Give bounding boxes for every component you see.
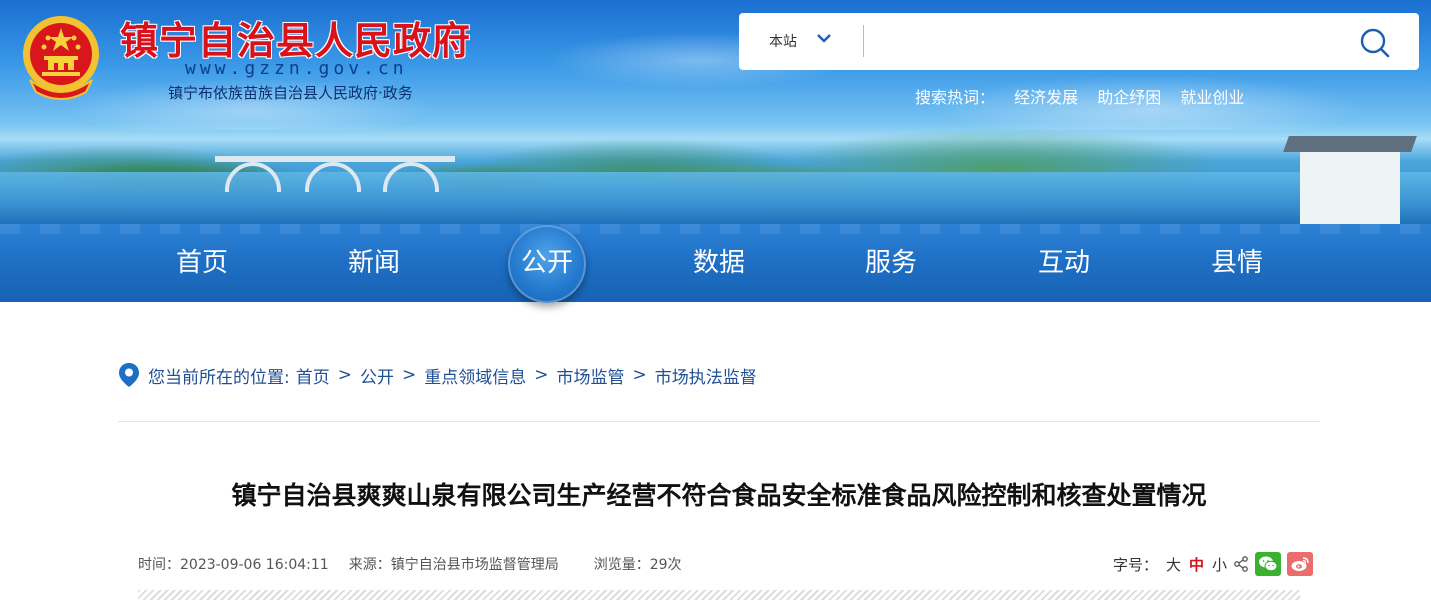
article-views: 浏览量：29次	[593, 557, 682, 573]
font-size-control: 字号： 大 中 小	[1113, 552, 1314, 576]
hot-word-link[interactable]: 助企纾困	[1097, 88, 1161, 107]
hot-search-label: 搜索热词：	[915, 88, 996, 107]
breadcrumb-separator: >	[401, 365, 417, 385]
breadcrumb-separator: >	[632, 365, 647, 385]
banner-bridge	[215, 156, 455, 192]
wechat-share-icon[interactable]	[1255, 552, 1282, 576]
search-icon[interactable]	[1353, 23, 1397, 61]
hot-word-link[interactable]: 经济发展	[1014, 88, 1078, 107]
site-title: 镇宁自治县人民政府	[120, 21, 472, 63]
chevron-down-icon[interactable]	[817, 31, 831, 45]
font-size-large[interactable]: 大	[1166, 554, 1181, 575]
breadcrumb-link[interactable]: 公开	[360, 363, 394, 388]
nav-item-data[interactable]: 数据	[659, 224, 779, 302]
search-input[interactable]	[879, 23, 1339, 59]
article-time: 时间：2023-09-06 16:04:11	[138, 557, 329, 573]
search-divider	[863, 25, 864, 57]
breadcrumb-link[interactable]: 首页	[296, 363, 330, 388]
hot-word-link[interactable]: 就业创业	[1180, 88, 1244, 107]
article-source: 来源：镇宁自治县市场监督管理局	[348, 557, 559, 573]
breadcrumb-label: 您当前所在的位置:	[148, 367, 290, 388]
breadcrumb-separator: >	[534, 365, 549, 385]
article-meta: 时间：2023-09-06 16:04:11 来源：镇宁自治县市场监督管理局 浏…	[138, 554, 682, 574]
share-icon[interactable]	[1233, 556, 1249, 572]
search-bar: 本站	[739, 13, 1419, 70]
site-url: www.gzzn.gov.cn	[185, 58, 408, 79]
nav-item-home[interactable]: 首页	[142, 224, 262, 302]
search-scope-select[interactable]: 本站	[769, 31, 797, 51]
breadcrumb-link[interactable]: 市场执法监督	[655, 363, 757, 388]
site-subtitle: 镇宁布依族苗族自治县人民政府·政务	[168, 84, 413, 102]
breadcrumb-link[interactable]: 市场监管	[556, 363, 624, 388]
hot-search-words: 搜索热词： 经济发展 助企纾困 就业创业	[915, 84, 1258, 108]
main-nav: 首页 新闻 公开 数据 服务 互动 县情	[0, 224, 1431, 303]
nav-item-open[interactable]: 公开	[487, 224, 607, 303]
location-pin-icon	[119, 363, 139, 387]
breadcrumb: 您当前所在的位置: 首页 > 公开 > 重点领域信息 > 市场监管 > 市场执法…	[118, 360, 757, 390]
nav-item-service[interactable]: 服务	[831, 224, 951, 302]
weibo-share-icon[interactable]	[1287, 552, 1314, 576]
header-banner: 镇宁自治县人民政府 www.gzzn.gov.cn 镇宁布依族苗族自治县人民政府…	[0, 0, 1431, 224]
divider	[118, 421, 1320, 422]
nav-item-interact[interactable]: 互动	[1004, 224, 1124, 302]
nav-item-county[interactable]: 县情	[1177, 224, 1297, 302]
font-size-small[interactable]: 小	[1212, 554, 1227, 575]
nav-item-news[interactable]: 新闻	[314, 224, 434, 302]
national-emblem-icon	[23, 16, 99, 100]
breadcrumb-link[interactable]: 重点领域信息	[424, 363, 526, 388]
article-title: 镇宁自治县爽爽山泉有限公司生产经营不符合食品安全标准食品风险控制和核查处置情况	[231, 481, 1207, 510]
banner-pavilion	[1300, 150, 1400, 224]
font-size-label: 字号：	[1113, 555, 1159, 574]
font-size-medium[interactable]: 中	[1189, 554, 1204, 575]
breadcrumb-separator: >	[337, 365, 352, 385]
meta-divider	[138, 590, 1300, 600]
